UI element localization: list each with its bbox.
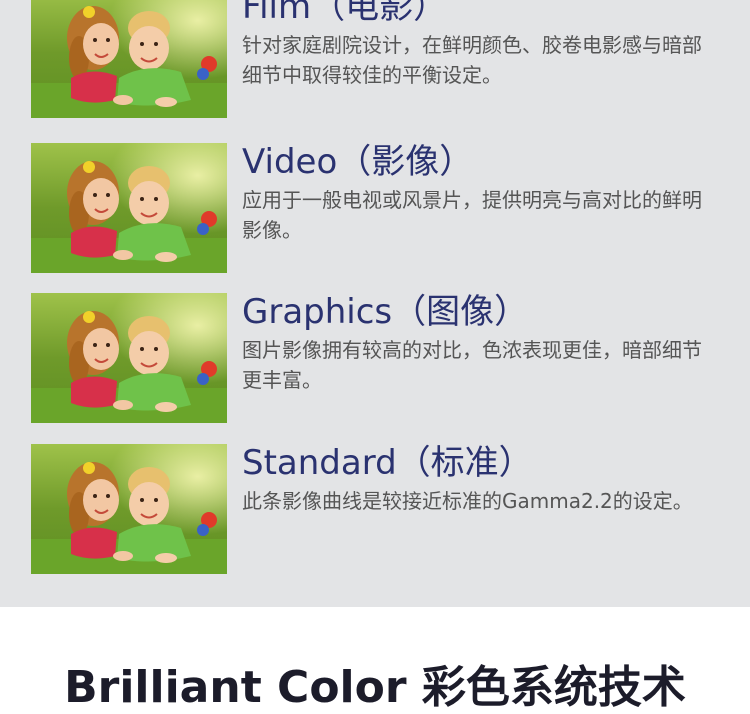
video-thumbnail (31, 143, 227, 273)
graphics-thumbnail (31, 293, 227, 423)
standard-thumbnail (31, 444, 227, 574)
mode-title: Standard（标准） (242, 443, 533, 483)
modes-panel: Film（电影） 针对家庭剧院设计，在鲜明颜色、胶卷电影感与暗部细节中取得较佳的… (0, 0, 750, 607)
mode-item-graphics: Graphics（图像） 图片影像拥有较高的对比，色浓表现更佳，暗部细节更丰富。 (0, 292, 750, 423)
mode-title: Film（电影） (242, 0, 448, 27)
mode-description: 此条影像曲线是较接近标准的Gamma2.2的设定。 (242, 489, 693, 513)
film-thumbnail (31, 0, 227, 118)
mode-description: 应用于一般电视或风景片，提供明亮与高对比的鲜明影像。 (242, 188, 702, 242)
mode-item-film: Film（电影） 针对家庭剧院设计，在鲜明颜色、胶卷电影感与暗部细节中取得较佳的… (0, 0, 750, 118)
mode-title: Graphics（图像） (242, 292, 529, 332)
mode-description: 图片影像拥有较高的对比，色浓表现更佳，暗部细节更丰富。 (242, 338, 702, 392)
mode-description: 针对家庭剧院设计，在鲜明颜色、胶卷电影感与暗部细节中取得较佳的平衡设定。 (242, 33, 702, 87)
section-heading: Brilliant Color 彩色系统技术 (64, 662, 686, 713)
mode-item-video: Video（影像） 应用于一般电视或风景片，提供明亮与高对比的鲜明影像。 (0, 142, 750, 273)
mode-item-standard: Standard（标准） 此条影像曲线是较接近标准的Gamma2.2的设定。 (0, 443, 750, 574)
mode-title: Video（影像） (242, 142, 474, 182)
